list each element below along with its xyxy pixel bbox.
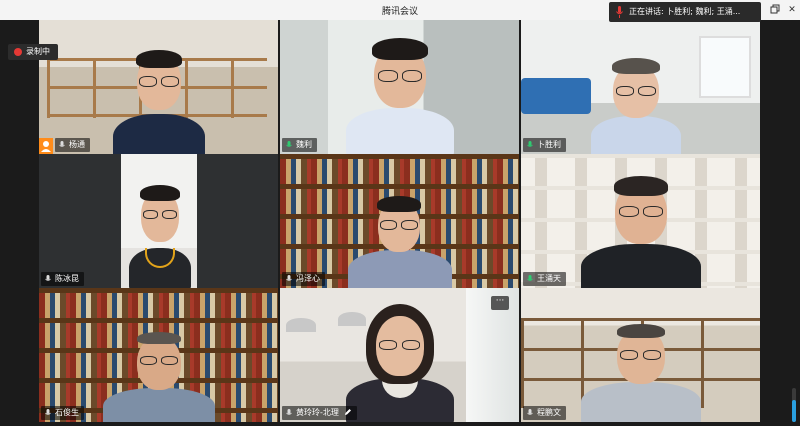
- video-tile[interactable]: 卜胜利: [521, 20, 760, 154]
- speaking-text: 正在讲话: 卜胜利; 魏利; 王涌...: [629, 7, 741, 16]
- participant-label: 陈冰昆: [41, 272, 84, 286]
- video-tile[interactable]: 程鹏文: [521, 288, 760, 422]
- participant-name: 程鹏文: [537, 408, 561, 417]
- recording-badge[interactable]: 录制中: [8, 44, 58, 60]
- volume-level-icon: [792, 388, 796, 422]
- participant-label: 冯泽心: [282, 272, 325, 286]
- video-tile[interactable]: ··· 黄玲玲-北理: [280, 288, 519, 422]
- participant-figure: [577, 322, 705, 422]
- video-tile[interactable]: 陈冰昆: [39, 154, 278, 288]
- video-tile[interactable]: 魏利: [280, 20, 519, 154]
- participant-name: 陈冰昆: [55, 274, 79, 283]
- participant-label: 杨通: [55, 138, 90, 152]
- meeting-stage: 杨通 魏利 卜胜利 陈冰昆 冯泽心 王涌天 石俊生 ··· 黄玲玲-北理 程鹏文…: [0, 20, 800, 426]
- participant-figure: [581, 54, 691, 154]
- participant-label: 卜胜利: [523, 138, 566, 152]
- ceiling-lamp: [286, 318, 316, 332]
- close-button[interactable]: ✕: [786, 4, 798, 16]
- speaking-indicator: 正在讲话: 卜胜利; 魏利; 王涌...: [609, 2, 761, 22]
- mic-icon: [45, 275, 51, 281]
- mic-icon: [616, 6, 623, 18]
- mic-icon: [527, 409, 533, 415]
- participant-label: 石俊生: [41, 406, 84, 420]
- window-pane: [699, 36, 751, 98]
- participant-label: 黄玲玲-北理: [282, 406, 358, 420]
- participant-name: 冯泽心: [296, 274, 320, 283]
- participant-figure: [340, 30, 460, 154]
- more-options-button[interactable]: ···: [491, 296, 509, 310]
- mic-icon: [527, 275, 533, 281]
- participant-name: 卜胜利: [537, 140, 561, 149]
- participant-name: 杨通: [69, 140, 85, 149]
- mic-icon: [45, 409, 51, 415]
- mic-icon: [286, 409, 292, 415]
- mic-icon: [59, 141, 65, 147]
- participant-figure: [99, 332, 219, 422]
- participant-label: 王涌天: [523, 272, 566, 286]
- restore-icon: [770, 4, 780, 14]
- participant-figure: [340, 194, 460, 288]
- recording-label: 录制中: [26, 47, 50, 56]
- participant-name: 石俊生: [55, 408, 79, 417]
- video-tile[interactable]: 冯泽心: [280, 154, 519, 288]
- maximize-button[interactable]: [769, 4, 781, 16]
- video-tile[interactable]: 杨通: [39, 20, 278, 154]
- participant-name: 魏利: [296, 140, 312, 149]
- video-tile[interactable]: 石俊生: [39, 288, 278, 422]
- participant-label: 程鹏文: [523, 406, 566, 420]
- mic-icon: [286, 275, 292, 281]
- participant-figure: [99, 44, 219, 154]
- video-tile[interactable]: 王涌天: [521, 154, 760, 288]
- participant-figure: [577, 174, 705, 288]
- participant-label: 魏利: [282, 138, 317, 152]
- participant-name: 王涌天: [537, 274, 561, 283]
- edit-icon[interactable]: [344, 408, 352, 416]
- participant-name: 黄玲玲-北理: [296, 408, 339, 417]
- participant-figure: [127, 182, 193, 288]
- record-dot-icon: [14, 48, 22, 56]
- mic-icon: [527, 141, 533, 147]
- mic-icon: [286, 141, 292, 147]
- participant-figure: [342, 298, 458, 422]
- host-icon: [39, 138, 53, 154]
